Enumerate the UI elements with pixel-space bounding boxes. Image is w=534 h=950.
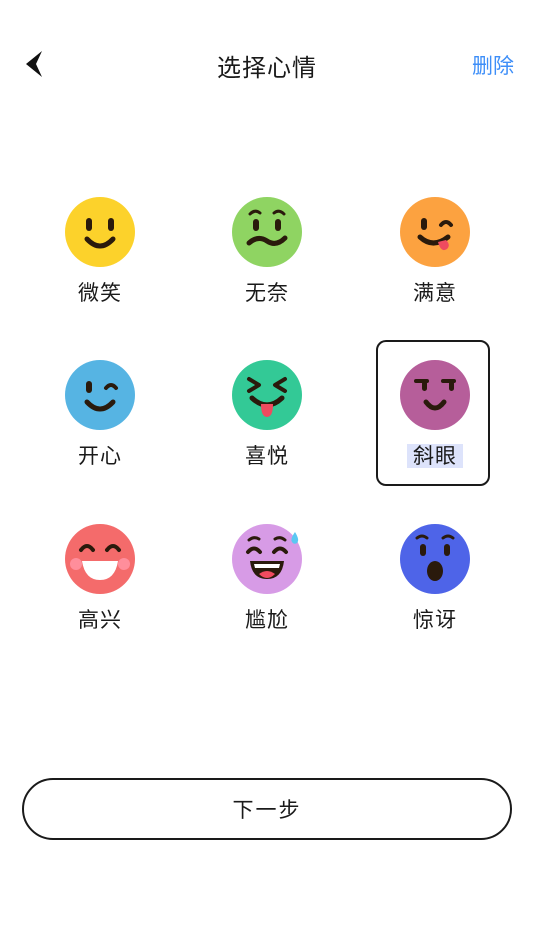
surprised-face-icon (400, 524, 470, 594)
side-eye-face-icon (400, 360, 470, 430)
mood-item-awkward[interactable]: 尴尬 (212, 512, 322, 652)
awkward-face-icon (232, 524, 302, 594)
mood-label: 斜眼 (380, 440, 490, 470)
mood-item-happy[interactable]: 开心 (45, 348, 155, 488)
mood-label: 微笑 (78, 281, 122, 305)
mood-item-smile[interactable]: 微笑 (45, 185, 155, 325)
mood-label: 满意 (413, 281, 457, 305)
mood-label: 惊讶 (413, 608, 457, 632)
mood-item-surprised[interactable]: 惊讶 (380, 512, 490, 652)
mood-item-joy[interactable]: 喜悦 (212, 348, 322, 488)
mood-item-side-eye[interactable]: 斜眼 (376, 340, 490, 488)
mood-label-text: 斜眼 (407, 444, 463, 468)
delete-button[interactable]: 删除 (472, 50, 514, 80)
happy-wink-face-icon (65, 360, 135, 430)
mood-label: 开心 (78, 444, 122, 468)
next-step-button[interactable]: 下一步 (22, 778, 512, 840)
mood-label: 无奈 (245, 281, 289, 305)
mood-label: 喜悦 (245, 444, 289, 468)
smile-face-icon (65, 197, 135, 267)
joy-face-icon (232, 360, 302, 430)
mood-item-satisfied[interactable]: 满意 (380, 185, 490, 325)
mood-item-glad[interactable]: 高兴 (45, 512, 155, 652)
satisfied-face-icon (400, 197, 470, 267)
header: 选择心情 删除 (0, 0, 534, 130)
mood-label: 高兴 (78, 608, 122, 632)
mood-item-helpless[interactable]: 无奈 (212, 185, 322, 325)
helpless-face-icon (232, 197, 302, 267)
glad-face-icon (65, 524, 135, 594)
page-title: 选择心情 (217, 54, 317, 82)
mood-label: 尴尬 (245, 608, 289, 632)
